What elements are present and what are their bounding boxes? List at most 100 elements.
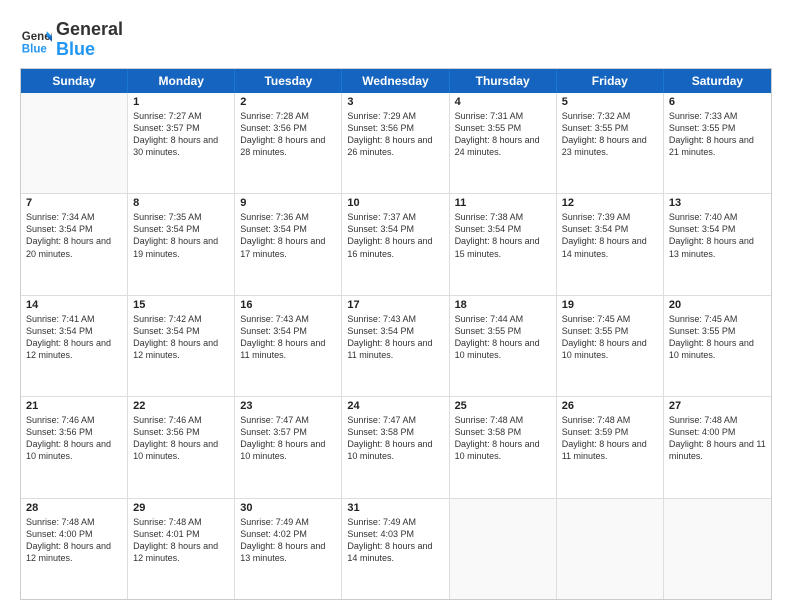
cell-info: Sunrise: 7:37 AMSunset: 3:54 PMDaylight:… (347, 211, 443, 260)
calendar-cell: 18 Sunrise: 7:44 AMSunset: 3:55 PMDayligh… (450, 296, 557, 396)
day-number: 19 (562, 299, 658, 311)
cell-info: Sunrise: 7:45 AMSunset: 3:55 PMDaylight:… (562, 313, 658, 362)
cell-info: Sunrise: 7:36 AMSunset: 3:54 PMDaylight:… (240, 211, 336, 260)
calendar-cell: 15 Sunrise: 7:42 AMSunset: 3:54 PMDayligh… (128, 296, 235, 396)
calendar-cell: 7 Sunrise: 7:34 AMSunset: 3:54 PMDaylight… (21, 194, 128, 294)
cell-info: Sunrise: 7:49 AMSunset: 4:02 PMDaylight:… (240, 516, 336, 565)
logo: General Blue General Blue (20, 20, 123, 60)
calendar-body: 1 Sunrise: 7:27 AMSunset: 3:57 PMDaylight… (21, 93, 771, 599)
cell-info: Sunrise: 7:28 AMSunset: 3:56 PMDaylight:… (240, 110, 336, 159)
calendar-week-2: 7 Sunrise: 7:34 AMSunset: 3:54 PMDaylight… (21, 194, 771, 295)
day-number: 22 (133, 400, 229, 412)
calendar-week-3: 14 Sunrise: 7:41 AMSunset: 3:54 PMDayligh… (21, 296, 771, 397)
day-number: 13 (669, 197, 766, 209)
day-number: 1 (133, 96, 229, 108)
calendar: Sunday Monday Tuesday Wednesday Thursday… (20, 68, 772, 600)
day-number: 31 (347, 502, 443, 514)
calendar-cell: 13 Sunrise: 7:40 AMSunset: 3:54 PMDayligh… (664, 194, 771, 294)
day-number: 9 (240, 197, 336, 209)
cell-info: Sunrise: 7:43 AMSunset: 3:54 PMDaylight:… (347, 313, 443, 362)
day-number: 30 (240, 502, 336, 514)
cell-info: Sunrise: 7:48 AMSunset: 3:59 PMDaylight:… (562, 414, 658, 463)
day-number: 23 (240, 400, 336, 412)
calendar-week-4: 21 Sunrise: 7:46 AMSunset: 3:56 PMDayligh… (21, 397, 771, 498)
cell-info: Sunrise: 7:47 AMSunset: 3:57 PMDaylight:… (240, 414, 336, 463)
logo-blue: Blue (56, 39, 95, 59)
calendar-cell (450, 499, 557, 599)
calendar-cell: 22 Sunrise: 7:46 AMSunset: 3:56 PMDayligh… (128, 397, 235, 497)
calendar-cell (664, 499, 771, 599)
svg-text:Blue: Blue (22, 43, 48, 55)
logo-general: General (56, 19, 123, 39)
day-number: 29 (133, 502, 229, 514)
cell-info: Sunrise: 7:27 AMSunset: 3:57 PMDaylight:… (133, 110, 229, 159)
cell-info: Sunrise: 7:42 AMSunset: 3:54 PMDaylight:… (133, 313, 229, 362)
header-sunday: Sunday (21, 69, 128, 93)
calendar-cell: 9 Sunrise: 7:36 AMSunset: 3:54 PMDaylight… (235, 194, 342, 294)
calendar-cell: 26Sunrise: 7:48 AMSunset: 3:59 PMDayligh… (557, 397, 664, 497)
cell-info: Sunrise: 7:40 AMSunset: 3:54 PMDaylight:… (669, 211, 766, 260)
day-number: 4 (455, 96, 551, 108)
day-number: 27 (669, 400, 766, 412)
calendar-cell (21, 93, 128, 193)
page: General Blue General Blue Sunday Monday … (0, 0, 792, 612)
day-number: 2 (240, 96, 336, 108)
calendar-cell: 20Sunrise: 7:45 AMSunset: 3:55 PMDayligh… (664, 296, 771, 396)
cell-info: Sunrise: 7:44 AMSunset: 3:55 PMDaylight:… (455, 313, 551, 362)
cell-info: Sunrise: 7:29 AMSunset: 3:56 PMDaylight:… (347, 110, 443, 159)
day-number: 17 (347, 299, 443, 311)
calendar-cell: 29 Sunrise: 7:48 AMSunset: 4:01 PMDayligh… (128, 499, 235, 599)
calendar-cell: 23 Sunrise: 7:47 AMSunset: 3:57 PMDayligh… (235, 397, 342, 497)
calendar-cell: 2 Sunrise: 7:28 AMSunset: 3:56 PMDaylight… (235, 93, 342, 193)
cell-info: Sunrise: 7:43 AMSunset: 3:54 PMDaylight:… (240, 313, 336, 362)
day-number: 18 (455, 299, 551, 311)
day-number: 14 (26, 299, 122, 311)
day-number: 3 (347, 96, 443, 108)
logo-text: General Blue (56, 20, 123, 60)
calendar-cell: 24 Sunrise: 7:47 AMSunset: 3:58 PMDayligh… (342, 397, 449, 497)
calendar-cell: 28 Sunrise: 7:48 AMSunset: 4:00 PMDayligh… (21, 499, 128, 599)
day-number: 25 (455, 400, 551, 412)
cell-info: Sunrise: 7:48 AMSunset: 4:00 PMDaylight:… (669, 414, 766, 463)
cell-info: Sunrise: 7:49 AMSunset: 4:03 PMDaylight:… (347, 516, 443, 565)
calendar-header-row: Sunday Monday Tuesday Wednesday Thursday… (21, 69, 771, 93)
calendar-week-1: 1 Sunrise: 7:27 AMSunset: 3:57 PMDaylight… (21, 93, 771, 194)
cell-info: Sunrise: 7:33 AMSunset: 3:55 PMDaylight:… (669, 110, 766, 159)
header: General Blue General Blue (20, 16, 772, 60)
day-number: 28 (26, 502, 122, 514)
day-number: 24 (347, 400, 443, 412)
header-thursday: Thursday (450, 69, 557, 93)
cell-info: Sunrise: 7:48 AMSunset: 4:00 PMDaylight:… (26, 516, 122, 565)
cell-info: Sunrise: 7:48 AMSunset: 4:01 PMDaylight:… (133, 516, 229, 565)
day-number: 6 (669, 96, 766, 108)
cell-info: Sunrise: 7:46 AMSunset: 3:56 PMDaylight:… (133, 414, 229, 463)
day-number: 8 (133, 197, 229, 209)
calendar-cell: 30 Sunrise: 7:49 AMSunset: 4:02 PMDayligh… (235, 499, 342, 599)
calendar-cell: 16 Sunrise: 7:43 AMSunset: 3:54 PMDayligh… (235, 296, 342, 396)
cell-info: Sunrise: 7:47 AMSunset: 3:58 PMDaylight:… (347, 414, 443, 463)
calendar-cell: 3 Sunrise: 7:29 AMSunset: 3:56 PMDaylight… (342, 93, 449, 193)
cell-info: Sunrise: 7:31 AMSunset: 3:55 PMDaylight:… (455, 110, 551, 159)
calendar-cell: 27 Sunrise: 7:48 AMSunset: 4:00 PMDayligh… (664, 397, 771, 497)
header-wednesday: Wednesday (342, 69, 449, 93)
calendar-cell: 31 Sunrise: 7:49 AMSunset: 4:03 PMDayligh… (342, 499, 449, 599)
day-number: 15 (133, 299, 229, 311)
cell-info: Sunrise: 7:39 AMSunset: 3:54 PMDaylight:… (562, 211, 658, 260)
day-number: 7 (26, 197, 122, 209)
day-number: 11 (455, 197, 551, 209)
header-friday: Friday (557, 69, 664, 93)
cell-info: Sunrise: 7:41 AMSunset: 3:54 PMDaylight:… (26, 313, 122, 362)
calendar-cell: 11 Sunrise: 7:38 AMSunset: 3:54 PMDayligh… (450, 194, 557, 294)
calendar-cell: 5Sunrise: 7:32 AMSunset: 3:55 PMDaylight… (557, 93, 664, 193)
day-number: 21 (26, 400, 122, 412)
cell-info: Sunrise: 7:34 AMSunset: 3:54 PMDaylight:… (26, 211, 122, 260)
cell-info: Sunrise: 7:38 AMSunset: 3:54 PMDaylight:… (455, 211, 551, 260)
calendar-cell: 8 Sunrise: 7:35 AMSunset: 3:54 PMDaylight… (128, 194, 235, 294)
calendar-cell: 6 Sunrise: 7:33 AMSunset: 3:55 PMDaylight… (664, 93, 771, 193)
logo-icon: General Blue (20, 24, 52, 56)
cell-info: Sunrise: 7:46 AMSunset: 3:56 PMDaylight:… (26, 414, 122, 463)
cell-info: Sunrise: 7:35 AMSunset: 3:54 PMDaylight:… (133, 211, 229, 260)
day-number: 16 (240, 299, 336, 311)
cell-info: Sunrise: 7:48 AMSunset: 3:58 PMDaylight:… (455, 414, 551, 463)
header-saturday: Saturday (664, 69, 771, 93)
